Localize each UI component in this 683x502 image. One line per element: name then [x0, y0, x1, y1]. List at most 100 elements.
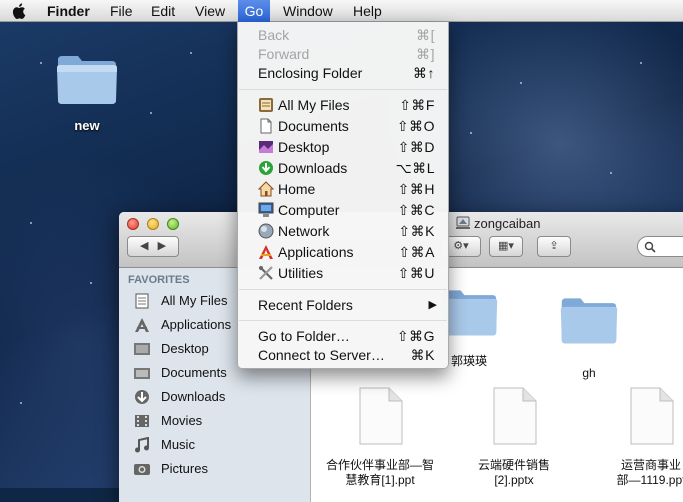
menu-item-enclosing-folder[interactable]: Enclosing Folder ⌘↑ — [238, 63, 448, 83]
file-name-line-2: [2].pptx — [494, 473, 534, 487]
menu-item-shortcut: ⇧⌘F — [399, 97, 435, 113]
documents-icon — [134, 368, 150, 379]
sidebar-item-pictures[interactable]: Pictures — [133, 458, 303, 480]
menu-finder[interactable]: Finder — [47, 0, 90, 22]
sidebar-item-label: Music — [161, 437, 195, 452]
menu-item-network[interactable]: Network ⇧⌘K — [238, 221, 448, 241]
file-item-folder-gh[interactable]: gh — [529, 294, 649, 380]
menu-item-recent-folders[interactable]: Recent Folders ▶ — [238, 295, 448, 315]
sidebar-item-label: Documents — [161, 365, 227, 380]
menu-item-shortcut: ⇧⌘K — [398, 223, 435, 239]
menu-item-label: Enclosing Folder — [258, 65, 363, 81]
star — [470, 132, 472, 134]
search-icon — [644, 241, 656, 253]
menu-item-label: Computer — [278, 202, 340, 218]
file-name-line-1: 运营商事业 — [620, 458, 681, 472]
search-input[interactable] — [637, 236, 683, 257]
menu-help[interactable]: Help — [353, 0, 382, 22]
sidebar-item-label: All My Files — [161, 293, 228, 308]
menu-item-label: Back — [258, 27, 290, 43]
downloads-icon — [135, 390, 149, 404]
share-button[interactable]: ⇪ — [537, 236, 571, 257]
menu-item-desktop[interactable]: Desktop ⇧⌘D — [238, 137, 448, 157]
forward-arrow-icon[interactable]: ▶ — [158, 240, 166, 252]
sidebar-item-music[interactable]: Music — [133, 434, 303, 456]
menu-item-label: Home — [278, 181, 316, 197]
menu-item-shortcut: ⇧⌘D — [397, 139, 435, 155]
menu-file[interactable]: File — [110, 0, 133, 22]
file-name-line-1: 合作伙伴事业部—智 — [325, 458, 434, 472]
pictures-icon — [134, 464, 150, 475]
file-name: gh — [582, 366, 596, 380]
star — [190, 52, 192, 54]
star — [640, 62, 642, 64]
movies-icon — [135, 415, 149, 427]
star — [520, 82, 522, 84]
desktop-folder-new[interactable] — [52, 52, 122, 111]
sidebar-item-label: Downloads — [161, 389, 226, 404]
menu-item-shortcut: ⇧⌘H — [397, 181, 435, 197]
menu-item-applications[interactable]: Applications ⇧⌘A — [238, 242, 448, 262]
menu-item-computer[interactable]: Computer ⇧⌘C — [238, 200, 448, 220]
server-icon — [456, 216, 470, 229]
menu-item-connect-to-server[interactable]: Connect to Server… ⌘K — [238, 345, 448, 365]
menu-window[interactable]: Window — [283, 0, 333, 22]
back-arrow-icon[interactable]: ◀ — [140, 240, 148, 252]
menu-item-documents[interactable]: Documents ⇧⌘O — [238, 116, 448, 136]
menu-item-label: Forward — [258, 46, 310, 62]
menu-item-downloads[interactable]: Downloads ⌥⌘L — [238, 158, 448, 178]
downloads-icon — [259, 161, 273, 175]
menu-edit[interactable]: Edit — [151, 0, 175, 22]
file-item-document-2[interactable]: 云端硬件销售 [2].pptx — [459, 387, 569, 487]
utilities-icon — [259, 266, 273, 280]
menu-item-label: Utilities — [278, 265, 324, 281]
menu-item-back[interactable]: Back ⌘[ — [238, 25, 448, 45]
menu-view[interactable]: View — [195, 0, 225, 22]
computer-icon — [258, 202, 274, 217]
star — [20, 402, 22, 404]
desktop-icon — [259, 141, 273, 153]
gear-icon: ⚙▾ — [453, 240, 469, 252]
file-item-document-1[interactable]: 合作伙伴事业部—智 慧教育[1].ppt — [315, 387, 445, 487]
window-title: zongcaiban — [474, 216, 541, 231]
star — [610, 172, 612, 174]
desktop-icon — [134, 343, 150, 355]
share-icon: ⇪ — [549, 240, 559, 252]
home-icon — [258, 181, 274, 197]
menu-item-shortcut: ⌥⌘L — [395, 160, 435, 176]
menu-item-home[interactable]: Home ⇧⌘H — [238, 179, 448, 199]
back-forward-buttons[interactable]: ◀ ▶ — [127, 236, 179, 257]
sidebar-item-downloads[interactable]: Downloads — [133, 386, 303, 408]
applications-icon — [135, 318, 149, 332]
menu-separator — [239, 89, 447, 90]
menu-go[interactable]: Go — [238, 0, 270, 22]
menu-item-utilities[interactable]: Utilities ⇧⌘U — [238, 263, 448, 283]
file-name-line-2: 慧教育[1].ppt — [345, 473, 415, 487]
menu-bar: Finder File Edit View Go Window Help — [0, 0, 683, 22]
zoom-button[interactable] — [167, 218, 179, 230]
menu-item-go-to-folder[interactable]: Go to Folder… ⇧⌘G — [238, 326, 448, 346]
menu-item-shortcut: ⇧⌘U — [397, 265, 435, 281]
close-button[interactable] — [127, 218, 139, 230]
file-item-document-3[interactable]: 运营商事业 部—1119.ppt — [601, 387, 683, 487]
arrange-grid-icon: ▦▾ — [498, 240, 514, 252]
network-icon — [258, 223, 274, 239]
menu-item-forward[interactable]: Forward ⌘] — [238, 44, 448, 64]
apple-menu-icon[interactable] — [12, 3, 28, 19]
folder-icon — [57, 56, 117, 104]
menu-item-all-my-files[interactable]: All My Files ⇧⌘F — [238, 95, 448, 115]
menu-item-label: All My Files — [278, 97, 350, 113]
menu-item-label: Recent Folders — [258, 297, 353, 313]
menu-item-label: Downloads — [278, 160, 348, 176]
document-icon — [630, 387, 674, 445]
go-menu-dropdown: Back ⌘[ Forward ⌘] Enclosing Folder ⌘↑ A… — [237, 22, 449, 369]
folder-icon — [560, 298, 618, 344]
menu-item-shortcut: ⌘] — [416, 46, 435, 62]
sidebar-header: FAVORITES — [128, 274, 190, 286]
minimize-button[interactable] — [147, 218, 159, 230]
star — [150, 112, 152, 114]
menu-item-shortcut: ⇧⌘A — [398, 244, 435, 260]
sidebar-item-movies[interactable]: Movies — [133, 410, 303, 432]
arrange-button[interactable]: ▦▾ — [489, 236, 523, 257]
menu-item-shortcut: ⌘↑ — [413, 65, 435, 81]
